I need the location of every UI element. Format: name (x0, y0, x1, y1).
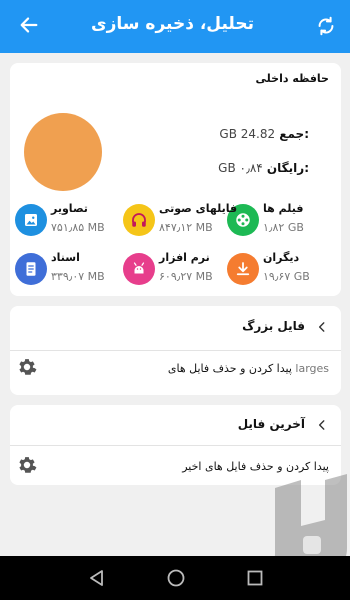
free-label: رایگان: (266, 161, 309, 175)
large-files-card: فایل بزرگ پیدا کردن و حذف فایل های large… (10, 306, 341, 395)
total-label: جمع: (279, 127, 309, 141)
refresh-icon[interactable] (315, 15, 337, 37)
recent-files-card: آخرین فایل پیدا کردن و حذف فایل های اخیر (10, 405, 341, 485)
category-others[interactable]: دیگران ۱۹٫۶۷ GB (227, 249, 323, 287)
large-files-title[interactable]: فایل بزرگ (242, 319, 305, 333)
free-storage: GB ۰٫۸۴ رایگان: (218, 161, 309, 175)
section-title: حافظه داخلی (255, 72, 329, 85)
free-value: GB ۰٫۸۴ (218, 161, 263, 175)
document-icon (15, 253, 47, 285)
large-files-subtitle: پیدا کردن و حذف فایل های (167, 362, 292, 375)
gear-icon[interactable] (16, 454, 38, 476)
internal-storage-card: حافظه داخلی GB 24.82 جمع: GB ۰٫۸۴ رایگان… (10, 63, 341, 296)
category-videos[interactable]: فیلم ها ۱٫۸۲ GB (227, 200, 323, 238)
category-images[interactable]: تصاویر ۷۵۱٫۸۵ MB (15, 200, 111, 238)
category-name: دیگران (263, 251, 300, 264)
large-files-tag: larges (295, 362, 329, 375)
total-value: GB 24.82 (219, 127, 276, 141)
recent-files-title[interactable]: آخرین فایل (238, 417, 305, 431)
category-size: ۶۰۹٫۲۷ MB (159, 270, 213, 283)
page-title: تحلیل، ذخیره سازی (91, 14, 254, 34)
category-apps[interactable]: نرم افزار ۶۰۹٫۲۷ MB (123, 249, 219, 287)
divider (10, 445, 341, 446)
category-name: تصاویر (51, 202, 88, 215)
system-navigation-bar (0, 556, 350, 600)
category-audio[interactable]: فایلهای صوتی ۸۴۷٫۱۲ MB (123, 200, 237, 238)
category-name: فایلهای صوتی (159, 202, 238, 215)
nav-recents-icon[interactable] (245, 568, 265, 588)
nav-home-icon[interactable] (166, 568, 186, 588)
large-files-description[interactable]: پیدا کردن و حذف فایل های larges (168, 362, 329, 375)
divider (10, 350, 341, 351)
category-name: فیلم ها (263, 202, 304, 215)
category-size: ۷۵۱٫۸۵ MB (51, 221, 105, 234)
total-storage: GB 24.82 جمع: (219, 127, 309, 141)
category-name: نرم افزار (159, 251, 210, 264)
storage-usage-chart (24, 113, 102, 191)
app-header: تحلیل، ذخیره سازی (0, 0, 350, 53)
category-name: اسناد (51, 251, 80, 264)
category-documents[interactable]: اسناد ۳۳۹٫۰۷ MB (15, 249, 111, 287)
chevron-left-icon[interactable] (315, 320, 329, 334)
chevron-left-icon[interactable] (315, 418, 329, 432)
category-size: ۳۳۹٫۰۷ MB (51, 270, 105, 283)
download-icon (227, 253, 259, 285)
category-size: ۸۴۷٫۱۲ MB (159, 221, 213, 234)
image-icon (15, 204, 47, 236)
category-size: ۱۹٫۶۷ GB (263, 270, 310, 283)
arrow-left-icon[interactable] (18, 14, 40, 36)
category-size: ۱٫۸۲ GB (263, 221, 304, 234)
apps-icon (123, 253, 155, 285)
nav-back-icon[interactable] (87, 568, 107, 588)
headphones-icon (123, 204, 155, 236)
gear-icon[interactable] (16, 356, 38, 378)
recent-files-subtitle[interactable]: پیدا کردن و حذف فایل های اخیر (182, 460, 329, 473)
